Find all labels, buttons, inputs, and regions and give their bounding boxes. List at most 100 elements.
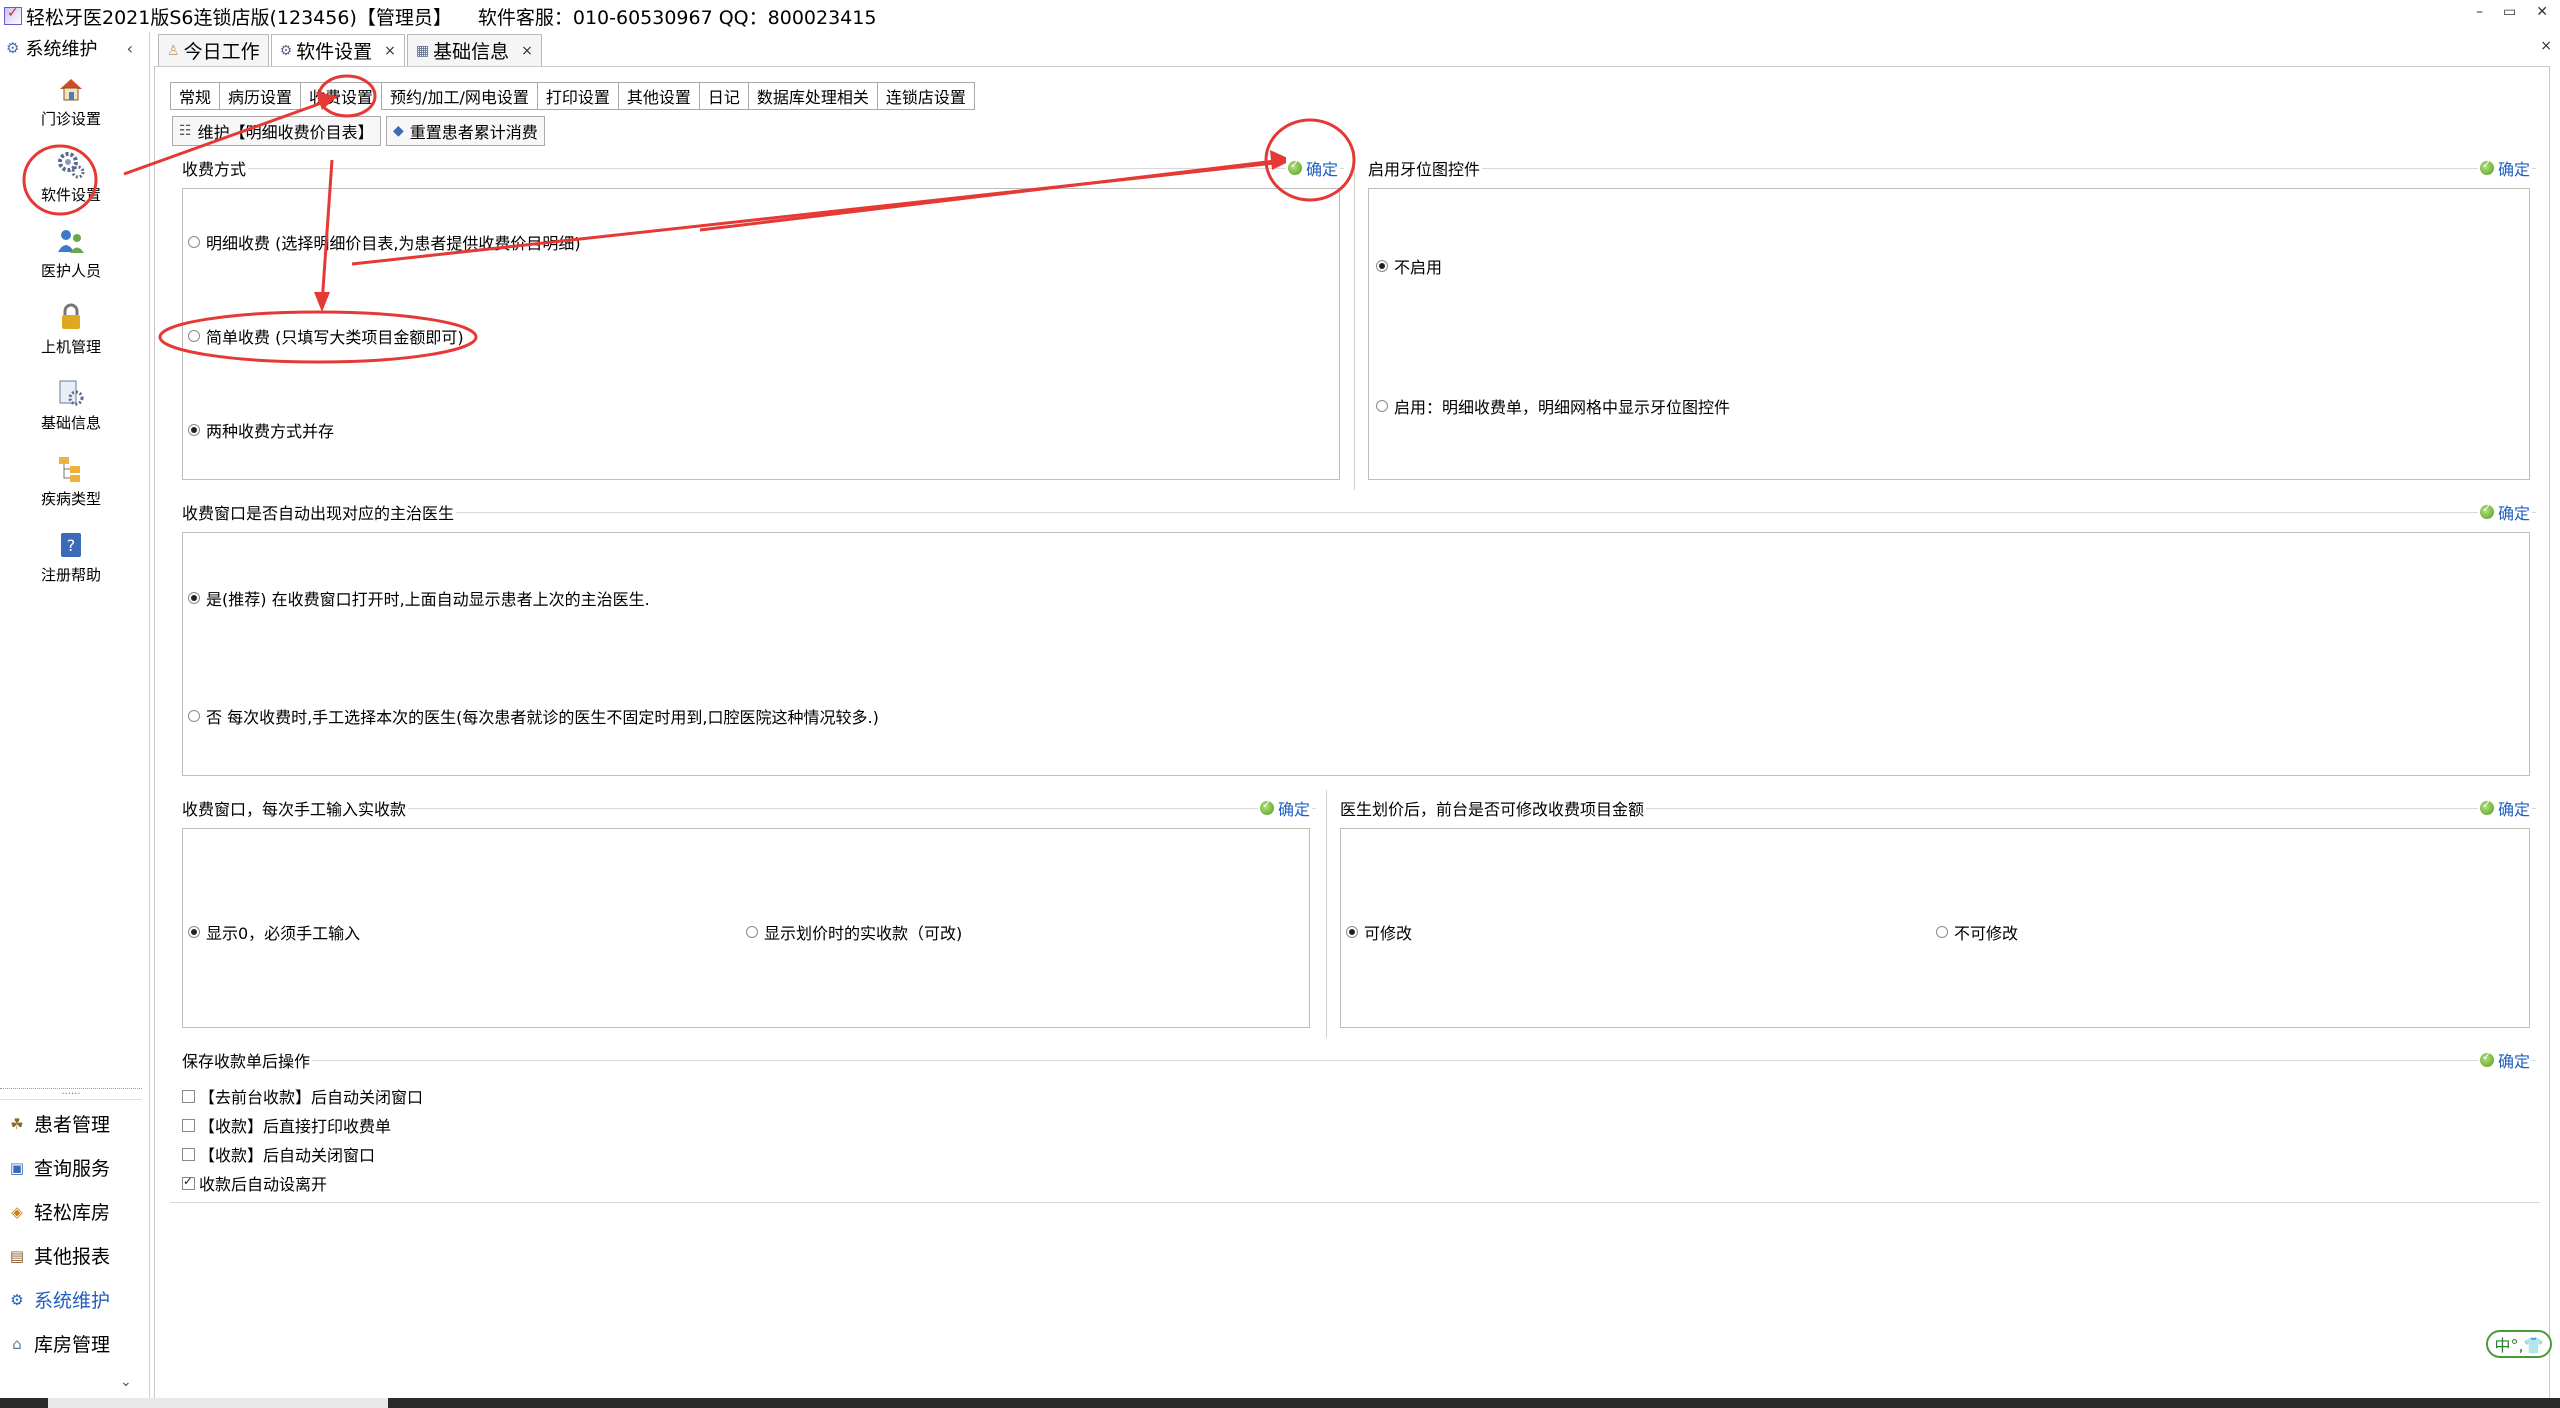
option-both-charge[interactable]: 两种收费方式并存 <box>188 418 334 442</box>
subtab-other[interactable]: 其他设置 <box>617 82 700 110</box>
sidebar-item-basic-info[interactable]: 基础信息 <box>0 378 142 433</box>
panel-bottom-line <box>170 1202 2540 1203</box>
subtab-general[interactable]: 常规 <box>170 82 221 110</box>
option-simple-charge[interactable]: 简单收费 (只填写大类项目金额即可) <box>188 324 464 348</box>
query-icon: ▣ <box>9 1158 25 1177</box>
option-label: 启用：明细收费单，明细网格中显示牙位图控件 <box>1394 398 1731 417</box>
sidebar-item-software-settings[interactable]: 软件设置 <box>0 150 142 205</box>
subtab-print[interactable]: 打印设置 <box>536 82 619 110</box>
sidebar-item-medical-staff[interactable]: 医护人员 <box>0 226 142 281</box>
nav-label: 查询服务 <box>34 1158 111 1180</box>
nav-label: 库房管理 <box>34 1334 111 1356</box>
sidebar-header: ⚙ 系统维护 ‹ <box>0 32 149 64</box>
tab-basic-info[interactable]: ▦ 基础信息 × <box>406 34 542 66</box>
checkbox-close-after-front[interactable] <box>182 1089 195 1103</box>
check-auto-leave[interactable]: 收款后自动设离开 <box>182 1171 327 1195</box>
subtab-chain-store[interactable]: 连锁店设置 <box>876 82 975 110</box>
nav-query-service[interactable]: ▣ 查询服务 <box>8 1154 110 1181</box>
panel-after-save: 保存收款单后操作 确定 <box>180 1048 2536 1074</box>
nav-label: 轻松库房 <box>34 1202 111 1224</box>
sidebar-item-clinic-settings[interactable]: 门诊设置 <box>0 74 142 129</box>
option-show-zero[interactable]: 显示0，必须手工输入 <box>188 920 360 944</box>
sidebar-item-register-help[interactable]: ? 注册帮助 <box>0 530 142 585</box>
subtab-charge-settings[interactable]: 收费设置 <box>300 82 383 110</box>
sidebar-item-label: 门诊设置 <box>40 110 101 128</box>
radio-doctor-auto[interactable] <box>188 592 200 604</box>
checkbox-print-after-pay[interactable] <box>182 1118 195 1132</box>
check-circle-icon <box>2479 1050 2494 1067</box>
minimize-button[interactable]: – <box>2476 4 2483 20</box>
subtab-diary[interactable]: 日记 <box>698 82 749 110</box>
person-icon: ♙ <box>167 42 180 59</box>
sidebar-item-login-management[interactable]: 上机管理 <box>0 302 142 357</box>
check-circle-icon <box>1259 798 1274 815</box>
option-doctor-auto[interactable]: 是(推荐) 在收费窗口打开时,上面自动显示患者上次的主治医生. <box>188 586 650 610</box>
confirm-tooth-chart-button[interactable]: 确定 <box>2477 156 2532 180</box>
checkbox-auto-leave[interactable] <box>182 1174 195 1190</box>
help-icon: ? <box>56 530 86 560</box>
check-circle-icon <box>2479 502 2494 519</box>
confirm-doctor-button[interactable]: 确定 <box>2477 500 2532 524</box>
radio-tooth-enabled[interactable] <box>1376 400 1388 412</box>
sidebar-item-label: 注册帮助 <box>40 566 101 584</box>
close-tab-button[interactable]: × <box>521 43 533 59</box>
close-all-tabs-button[interactable]: × <box>2540 38 2552 54</box>
ime-indicator[interactable]: 中°,👕 <box>2486 1330 2552 1358</box>
sidebar-divider[interactable]: ...... <box>0 1087 142 1100</box>
tab-label: 今日工作 <box>183 41 260 63</box>
radio-detailed-charge[interactable] <box>188 236 200 248</box>
option-not-editable[interactable]: 不可修改 <box>1936 920 2018 944</box>
scroll-down-icon[interactable]: ⌄ <box>120 1374 132 1390</box>
check-close-after-pay[interactable]: 【收款】后自动关闭窗口 <box>182 1142 375 1166</box>
radio-tooth-disabled[interactable] <box>1376 260 1388 272</box>
nav-easy-warehouse[interactable]: ◈ 轻松库房 <box>8 1198 110 1225</box>
option-editable[interactable]: 可修改 <box>1346 920 1412 944</box>
taskbar-item[interactable] <box>48 1398 388 1408</box>
check-close-after-front[interactable]: 【去前台收款】后自动关闭窗口 <box>182 1084 423 1108</box>
confirm-edit-amount-button[interactable]: 确定 <box>2477 796 2532 820</box>
gears-icon <box>56 150 86 180</box>
subtab-appointment[interactable]: 预约/加工/网电设置 <box>381 82 538 110</box>
checkbox-close-after-pay[interactable] <box>182 1147 195 1161</box>
check-print-after-pay[interactable]: 【收款】后直接打印收费单 <box>182 1113 391 1137</box>
panel-title: 保存收款单后操作 <box>180 1048 313 1072</box>
sidebar-item-disease-types[interactable]: 疾病类型 <box>0 454 142 509</box>
close-window-button[interactable]: ✕ <box>2536 4 2548 20</box>
radio-not-editable[interactable] <box>1936 926 1948 938</box>
close-tab-button[interactable]: × <box>384 43 396 59</box>
confirm-after-save-button[interactable]: 确定 <box>2477 1048 2532 1072</box>
collapse-sidebar-button[interactable]: ‹ <box>127 39 133 58</box>
confirm-manual-pay-button[interactable]: 确定 <box>1257 796 1312 820</box>
option-doctor-manual[interactable]: 否 每次收费时,手工选择本次的医生(每次患者就诊的医生不固定时用到,口腔医院这种… <box>188 704 879 728</box>
radio-editable[interactable] <box>1346 926 1358 938</box>
radio-show-priced[interactable] <box>746 926 758 938</box>
nav-patient-management[interactable]: ☘ 患者管理 <box>8 1110 110 1137</box>
nav-system-maintenance[interactable]: ⚙ 系统维护 <box>8 1286 110 1313</box>
option-tooth-disabled[interactable]: 不启用 <box>1376 254 1442 278</box>
option-detailed-charge[interactable]: 明细收费 (选择明细价目表,为患者提供收费价目明细) <box>188 230 581 254</box>
confirm-pay-mode-button[interactable]: 确定 <box>1285 156 1340 180</box>
nav-storeroom-management[interactable]: ⌂ 库房管理 <box>8 1330 110 1357</box>
radio-both-charge[interactable] <box>188 424 200 436</box>
radio-doctor-manual[interactable] <box>188 710 200 722</box>
subtab-medical-record[interactable]: 病历设置 <box>219 82 302 110</box>
sidebar-item-label: 软件设置 <box>40 186 101 204</box>
nav-other-reports[interactable]: ▤ 其他报表 <box>8 1242 110 1269</box>
radio-show-zero[interactable] <box>188 926 200 938</box>
radio-simple-charge[interactable] <box>188 330 200 342</box>
nav-label: 患者管理 <box>34 1114 111 1136</box>
doctor-box <box>182 532 2530 776</box>
ok-label: 确定 <box>1277 800 1310 819</box>
tab-software-settings[interactable]: ⚙ 软件设置 × <box>270 34 405 66</box>
option-show-priced[interactable]: 显示划价时的实收款（可改) <box>746 920 962 944</box>
maintain-price-list-button[interactable]: ☷ 维护【明细收费价目表】 <box>172 116 381 146</box>
subtab-database[interactable]: 数据库处理相关 <box>747 82 878 110</box>
tab-today-work[interactable]: ♙ 今日工作 <box>158 34 269 66</box>
restore-button[interactable]: ▭ <box>2503 4 2516 20</box>
panel-title: 医生划价后，前台是否可修改收费项目金额 <box>1338 796 1647 820</box>
reset-consumption-button[interactable]: ◆ 重置患者累计消费 <box>386 116 545 146</box>
storeroom-icon: ⌂ <box>12 1334 22 1353</box>
option-tooth-enabled[interactable]: 启用：明细收费单，明细网格中显示牙位图控件 <box>1376 394 1730 418</box>
ok-label: 确定 <box>2497 1052 2530 1071</box>
option-label: 不可修改 <box>1954 924 2019 943</box>
